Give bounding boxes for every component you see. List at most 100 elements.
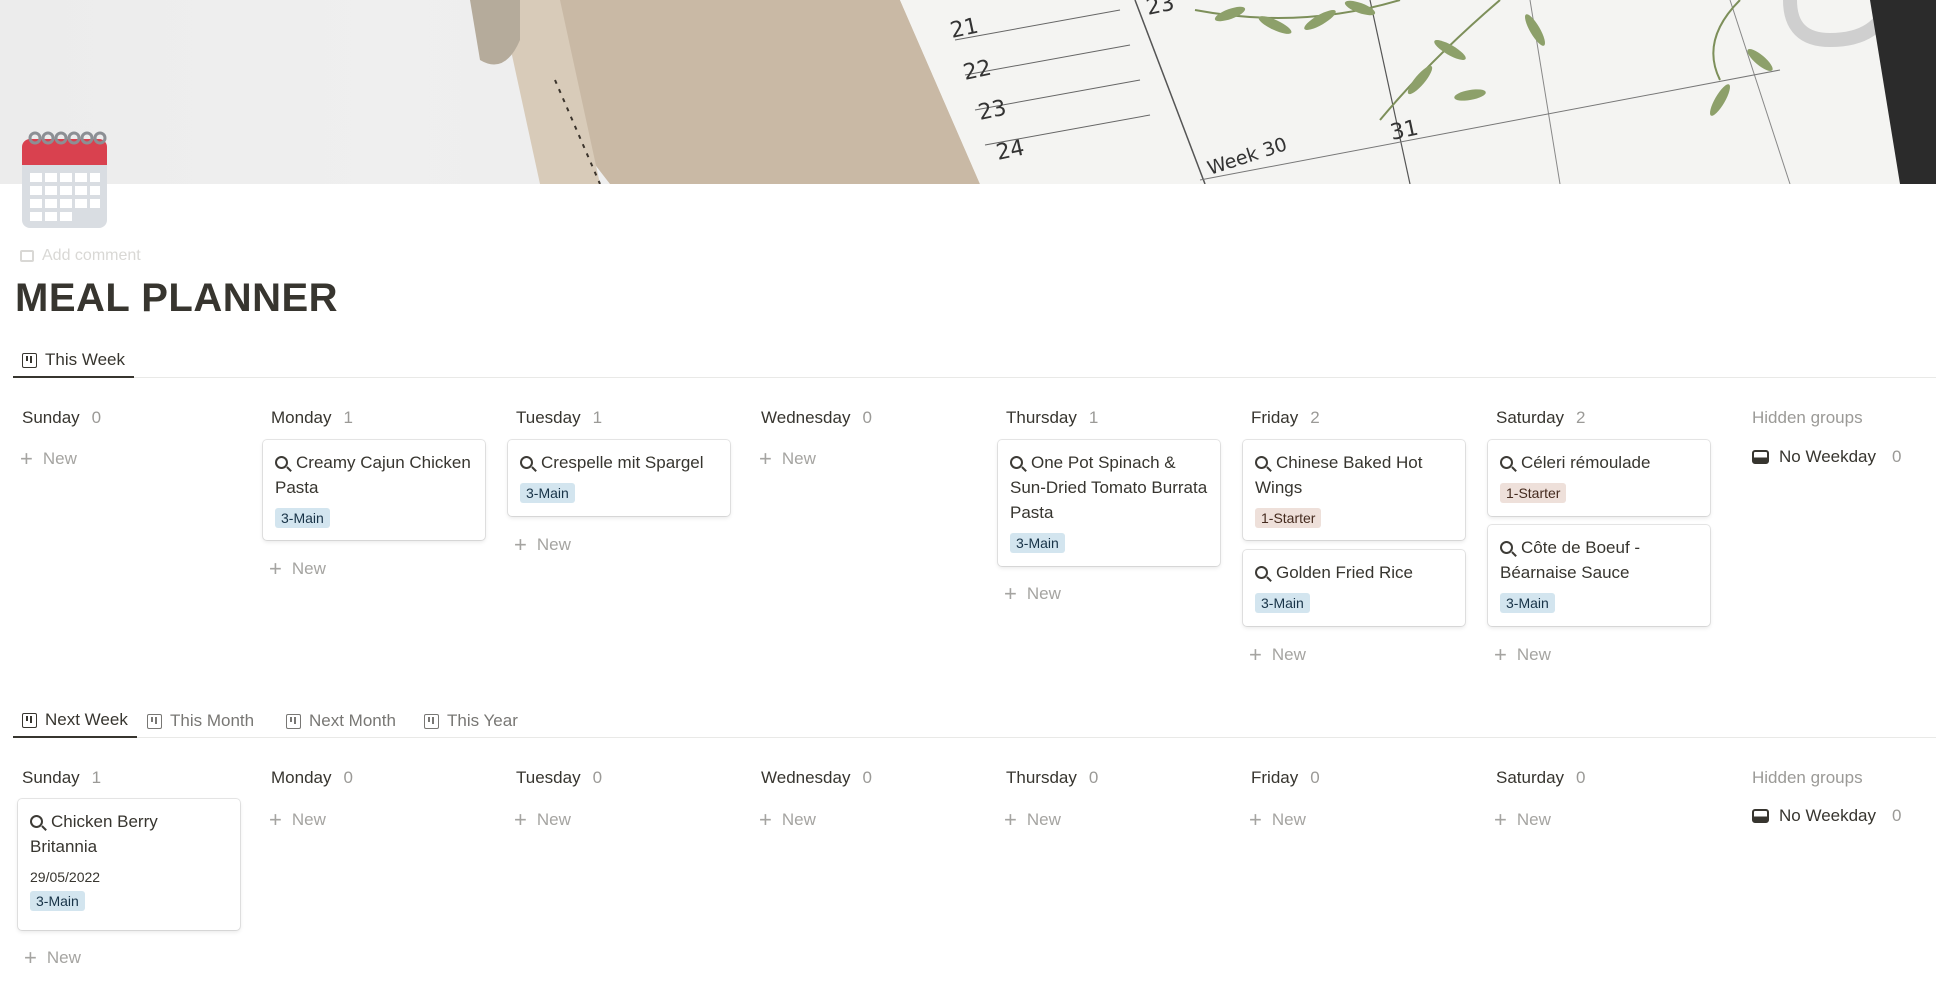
column-header[interactable]: Monday 1 (271, 407, 353, 429)
new-label: New (781, 810, 816, 829)
plus-icon: + (269, 807, 282, 832)
hidden-groups-header: Hidden groups (1752, 408, 1863, 427)
recipe-card[interactable]: Chicken Berry Britannia 29/05/2022 3-Mai… (18, 799, 240, 930)
plus-icon: + (1249, 642, 1262, 667)
column-day: Friday (1251, 768, 1299, 787)
inbox-icon (1752, 809, 1769, 823)
column-header[interactable]: Monday 0 (271, 767, 353, 789)
board-icon (424, 713, 439, 729)
column-header[interactable]: Saturday 0 (1496, 767, 1586, 789)
column-day: Monday (271, 408, 332, 427)
plus-icon: + (1004, 807, 1017, 832)
new-card-button[interactable]: + New (1249, 644, 1306, 666)
hidden-group-no-weekday[interactable]: No Weekday 0 (1752, 447, 1901, 467)
new-label: New (42, 449, 77, 468)
board-icon (22, 712, 37, 728)
new-label: New (1026, 810, 1061, 829)
column-header[interactable]: Tuesday 1 (516, 407, 602, 429)
column-header[interactable]: Thursday 1 (1006, 407, 1098, 429)
new-card-button[interactable]: + New (759, 448, 816, 470)
column-day: Thursday (1006, 768, 1077, 787)
new-label: New (1271, 810, 1306, 829)
recipe-card[interactable]: Creamy Cajun Chicken Pasta 3-Main (263, 440, 485, 540)
new-card-button[interactable]: + New (759, 809, 816, 831)
magnifier-icon (1500, 456, 1513, 469)
column-header[interactable]: Wednesday 0 (761, 407, 872, 429)
hidden-group-count: 0 (1892, 806, 1902, 825)
column-count: 1 (91, 768, 102, 787)
plus-icon: + (759, 446, 772, 471)
tab-label: This Week (45, 350, 125, 369)
column-count: 2 (1310, 408, 1320, 427)
cover-image: 21 22 23 24 23 31 Week 30 (0, 0, 1936, 184)
new-card-button[interactable]: + New (1004, 809, 1061, 831)
plus-icon: + (1004, 581, 1017, 606)
new-card-button[interactable]: + New (24, 947, 81, 969)
new-card-button[interactable]: + New (269, 809, 326, 831)
plus-icon: + (1494, 807, 1507, 832)
column-day: Wednesday (761, 408, 851, 427)
column-header[interactable]: Sunday 0 (22, 407, 101, 429)
new-label: New (291, 559, 326, 578)
recipe-card[interactable]: One Pot Spinach & Sun-Dried Tomato Burra… (998, 440, 1220, 566)
magnifier-icon (30, 815, 43, 828)
card-title: Crespelle mit Spargel (541, 453, 704, 472)
column-day: Saturday (1496, 408, 1565, 427)
recipe-card[interactable]: Céleri rémoulade 1-Starter (1488, 440, 1710, 516)
card-title: Côte de Boeuf - Béarnaise Sauce (1500, 538, 1641, 582)
plus-icon: + (269, 556, 282, 581)
recipe-card[interactable]: Chinese Baked Hot Wings 1-Starter (1243, 440, 1465, 540)
new-card-button[interactable]: + New (1004, 583, 1061, 605)
tab-next-month[interactable]: Next Month (277, 704, 405, 738)
new-label: New (536, 535, 571, 554)
column-header[interactable]: Tuesday 0 (516, 767, 602, 789)
column-count: 2 (1576, 408, 1586, 427)
column-header[interactable]: Thursday 0 (1006, 767, 1098, 789)
new-label: New (1516, 810, 1551, 829)
column-day: Sunday (22, 408, 80, 427)
column-header[interactable]: Wednesday 0 (761, 767, 872, 789)
recipe-card[interactable]: Crespelle mit Spargel 3-Main (508, 440, 730, 516)
new-card-button[interactable]: + New (1249, 809, 1306, 831)
plus-icon: + (514, 532, 527, 557)
column-day: Tuesday (516, 768, 581, 787)
tab-this-year[interactable]: This Year (415, 704, 527, 738)
column-count: 0 (862, 768, 872, 787)
tab-label: This Year (447, 711, 518, 730)
calendar-icon[interactable] (21, 131, 108, 229)
add-comment-label: Add comment (42, 247, 141, 264)
column-count: 0 (91, 408, 102, 427)
plus-icon: + (24, 945, 37, 970)
card-title: Chicken Berry Britannia (30, 812, 158, 856)
plus-icon: + (1494, 642, 1507, 667)
column-header[interactable]: Sunday 1 (22, 767, 101, 789)
hidden-group-no-weekday[interactable]: No Weekday 0 (1752, 806, 1901, 826)
tab-next-week[interactable]: Next Week (13, 704, 137, 738)
board-icon (286, 713, 301, 729)
magnifier-icon (1255, 566, 1268, 579)
cover-illustration: 21 22 23 24 23 31 Week 30 (470, 0, 1936, 184)
new-card-button[interactable]: + New (20, 448, 77, 470)
new-card-button[interactable]: + New (514, 534, 571, 556)
column-header[interactable]: Saturday 2 (1496, 407, 1586, 429)
column-header[interactable]: Friday 2 (1251, 407, 1320, 429)
magnifier-icon (520, 456, 533, 469)
recipe-card[interactable]: Golden Fried Rice 3-Main (1243, 550, 1465, 626)
recipe-card[interactable]: Côte de Boeuf - Béarnaise Sauce 3-Main (1488, 525, 1710, 626)
plus-icon: + (1249, 807, 1262, 832)
column-header[interactable]: Friday 0 (1251, 767, 1320, 789)
comment-icon (20, 250, 34, 262)
tab-this-week[interactable]: This Week (13, 344, 134, 378)
add-comment-button[interactable]: Add comment (20, 247, 141, 265)
new-card-button[interactable]: + New (269, 558, 326, 580)
magnifier-icon (1500, 541, 1513, 554)
course-tag: 1-Starter (1500, 483, 1567, 503)
tab-this-month[interactable]: This Month (138, 704, 263, 738)
new-card-button[interactable]: + New (514, 809, 571, 831)
column-count: 0 (343, 768, 353, 787)
new-label: New (46, 948, 81, 967)
tab-label: Next Month (309, 711, 396, 730)
new-card-button[interactable]: + New (1494, 809, 1551, 831)
column-count: 1 (592, 408, 603, 427)
new-card-button[interactable]: + New (1494, 644, 1551, 666)
